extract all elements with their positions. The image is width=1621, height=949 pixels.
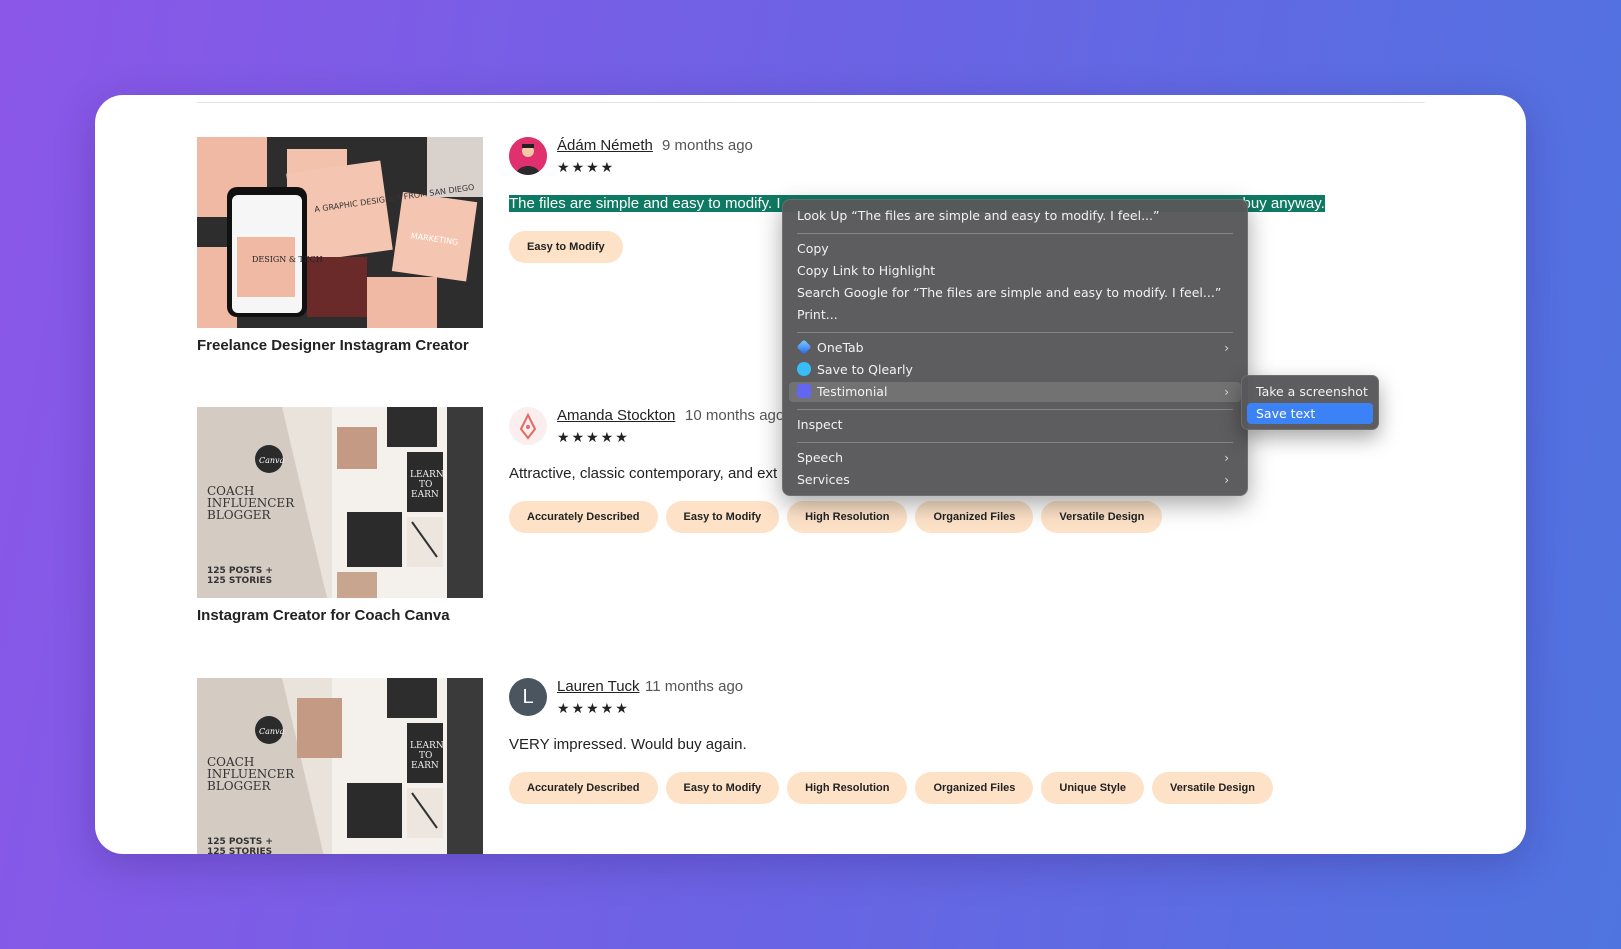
svg-text:Canva: Canva (259, 727, 285, 736)
context-menu: Look Up “The files are simple and easy t… (782, 199, 1248, 496)
tag-list: Accurately Described Easy to Modify High… (509, 772, 1273, 804)
testimonial-submenu: Take a screenshot Save text (1241, 375, 1379, 430)
chevron-right-icon: › (1224, 473, 1229, 487)
review-text: VERY impressed. Would buy again. (509, 736, 747, 753)
avatar-letter: L (522, 685, 534, 708)
tag: Accurately Described (509, 501, 658, 533)
star-rating: ★★★★★ (557, 429, 630, 445)
menu-item-services[interactable]: Services › (797, 470, 1233, 490)
submenu-save-text[interactable]: Save text (1247, 403, 1373, 424)
menu-item-testimonial[interactable]: Testimonial › (789, 382, 1241, 402)
svg-text:EARN: EARN (411, 490, 439, 500)
chevron-right-icon: › (1224, 385, 1229, 399)
menu-item-search-google[interactable]: Search Google for “The files are simple … (797, 283, 1233, 303)
product-title[interactable]: Freelance Designer Instagram Creator (197, 337, 469, 354)
review-text: Attractive, classic contemporary, and ex… (509, 465, 778, 482)
svg-text:125 STORIES: 125 STORIES (207, 576, 272, 586)
tag: Unique Style (1041, 772, 1144, 804)
reviewer-name[interactable]: Lauren Tuck (557, 678, 640, 695)
thumbnail-collage: Canva COACH INFLUENCER BLOGGER 125 POSTS… (197, 678, 483, 854)
avatar (509, 137, 547, 175)
menu-item-save-qlearly[interactable]: Save to Qlearly (797, 360, 1233, 380)
svg-text:TO: TO (419, 480, 432, 490)
menu-separator (797, 409, 1233, 410)
menu-item-inspect[interactable]: Inspect (797, 415, 1233, 435)
tag: Versatile Design (1152, 772, 1273, 804)
tag: High Resolution (787, 501, 908, 533)
review-header: Ádám Németh 9 months ago ★★★★ (509, 137, 809, 177)
diamond-icon (796, 339, 812, 355)
svg-text:LEARN: LEARN (410, 470, 444, 480)
star-rating: ★★★★★ (557, 700, 630, 716)
menu-separator (797, 332, 1233, 333)
menu-item-look-up[interactable]: Look Up “The files are simple and easy t… (797, 206, 1233, 226)
divider (197, 102, 1425, 103)
review-time: 9 months ago (662, 137, 753, 154)
reviewer-name[interactable]: Amanda Stockton (557, 407, 675, 424)
product-thumbnail[interactable]: Canva COACH INFLUENCER BLOGGER 125 POSTS… (197, 407, 483, 598)
tag: Easy to Modify (509, 231, 623, 263)
product-title[interactable]: Instagram Creator for Coach Canva (197, 607, 450, 624)
avatar (509, 407, 547, 445)
svg-text:EARN: EARN (411, 761, 439, 771)
product-thumbnail[interactable]: Canva COACH INFLUENCER BLOGGER 125 POSTS… (197, 678, 483, 854)
menu-separator (797, 442, 1233, 443)
selected-text-end[interactable]: buy anyway. (1242, 195, 1325, 212)
tag: Easy to Modify (665, 501, 780, 533)
tag-list: Accurately Described Easy to Modify High… (509, 501, 1163, 533)
tag: Accurately Described (509, 772, 658, 804)
menu-item-print[interactable]: Print... (797, 305, 1233, 325)
svg-text:BLOGGER: BLOGGER (207, 508, 272, 522)
reviewer-name[interactable]: Ádám Németh (557, 137, 653, 154)
menu-item-copy[interactable]: Copy (797, 239, 1233, 259)
chevron-right-icon: › (1224, 341, 1229, 355)
review-time: 11 months ago (645, 678, 744, 695)
pen-nib-icon (519, 412, 537, 440)
thumbnail-collage: Canva COACH INFLUENCER BLOGGER 125 POSTS… (197, 407, 483, 598)
menu-item-label: Speech (797, 450, 844, 465)
svg-text:TO: TO (419, 751, 432, 761)
svg-text:125 POSTS +: 125 POSTS + (207, 566, 273, 576)
review-header: Amanda Stockton 10 months ago ★★★★★ (509, 407, 809, 447)
tag: Versatile Design (1041, 501, 1163, 533)
design-tech-text: DESIGN & TECH (252, 255, 323, 264)
tag: Easy to Modify (665, 772, 780, 804)
thumbnail-collage: DESIGN & TECH A GRAPHIC DESIGNER FROM SA… (197, 137, 483, 328)
svg-text:125 STORIES: 125 STORIES (207, 847, 272, 854)
tag: Organized Files (915, 501, 1034, 533)
menu-item-label: Services (797, 472, 850, 487)
qlearly-icon (797, 362, 811, 376)
chevron-right-icon: › (1224, 451, 1229, 465)
menu-item-label: Testimonial (817, 384, 888, 399)
menu-item-onetab[interactable]: OneTab › (796, 338, 1233, 358)
selected-text[interactable]: The files are simple and easy to modify.… (509, 195, 781, 212)
canva-logo: Canva (259, 456, 285, 465)
tag-list: Easy to Modify (509, 231, 623, 263)
avatar: L (509, 678, 547, 716)
person-avatar-icon (509, 137, 547, 175)
tag: High Resolution (787, 772, 908, 804)
star-rating: ★★★★ (557, 159, 616, 175)
review-header: L Lauren Tuck 11 months ago ★★★★★ (509, 678, 809, 718)
svg-text:125 POSTS +: 125 POSTS + (207, 837, 273, 847)
tag: Organized Files (915, 772, 1034, 804)
review-item: Canva COACH INFLUENCER BLOGGER 125 POSTS… (197, 678, 1437, 854)
menu-item-speech[interactable]: Speech › (797, 448, 1233, 468)
menu-item-label: OneTab (817, 340, 864, 355)
product-thumbnail[interactable]: DESIGN & TECH A GRAPHIC DESIGNER FROM SA… (197, 137, 483, 328)
menu-item-copy-link[interactable]: Copy Link to Highlight (797, 261, 1233, 281)
menu-separator (797, 233, 1233, 234)
review-time: 10 months ago (685, 407, 785, 424)
menu-item-label: Save to Qlearly (817, 362, 913, 377)
svg-text:BLOGGER: BLOGGER (207, 779, 272, 793)
submenu-take-screenshot[interactable]: Take a screenshot (1247, 381, 1373, 402)
thumbs-up-icon (797, 384, 811, 398)
svg-text:LEARN: LEARN (410, 741, 444, 751)
